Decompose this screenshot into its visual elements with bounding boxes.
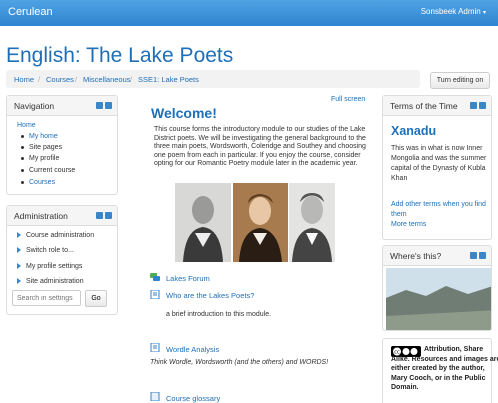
collapse-icon[interactable] bbox=[470, 102, 477, 109]
bullet-icon bbox=[21, 134, 24, 138]
breadcrumb-home[interactable]: Home bbox=[14, 75, 34, 84]
nav-label: My home bbox=[29, 133, 58, 140]
nav-label: My profile bbox=[29, 155, 60, 162]
page-icon bbox=[150, 290, 160, 299]
bullet-icon bbox=[21, 168, 24, 172]
activity-link-lakes-forum[interactable]: Lakes Forum bbox=[166, 274, 210, 283]
portrait-southey-image bbox=[233, 183, 288, 262]
glossary-definition: This was in what is now Inner Mongolia a… bbox=[391, 145, 487, 182]
caret-right-icon bbox=[17, 278, 21, 285]
caret-right-icon bbox=[17, 247, 21, 254]
nav-item-current-course[interactable]: Current course bbox=[21, 167, 75, 174]
admin-label: My profile settings bbox=[26, 263, 83, 270]
course-intro-text: This course forms the introductory modul… bbox=[154, 126, 366, 168]
top-navbar: Cerulean Sonsbeek Admin ▾ bbox=[0, 0, 498, 26]
block-title: Navigation bbox=[14, 101, 55, 111]
more-terms-link[interactable]: More terms bbox=[391, 220, 498, 230]
admin-item-switch-role[interactable]: Switch role to... bbox=[17, 247, 74, 254]
collapse-icon[interactable] bbox=[96, 102, 103, 109]
license-block: cc Attribution, Share Alike. Resources a… bbox=[382, 338, 498, 403]
caret-right-icon bbox=[17, 263, 21, 270]
breadcrumb-courses[interactable]: Courses bbox=[46, 75, 74, 84]
collapse-icon[interactable] bbox=[470, 252, 477, 259]
glossary-term: Xanadu bbox=[391, 124, 437, 138]
nav-label: Courses bbox=[29, 179, 56, 186]
breadcrumb-separator: / bbox=[130, 75, 133, 84]
breadcrumb-separator: / bbox=[38, 75, 41, 84]
bullet-icon bbox=[21, 156, 24, 160]
block-header: Terms of the Time bbox=[383, 96, 491, 116]
nav-label: Site pages bbox=[29, 144, 63, 151]
dock-icon[interactable] bbox=[105, 212, 112, 219]
nav-item-site-pages[interactable]: Site pages bbox=[21, 144, 62, 151]
admin-item-profile-settings[interactable]: My profile settings bbox=[17, 263, 82, 270]
chevron-down-icon: ▾ bbox=[482, 10, 486, 16]
turn-editing-on-button[interactable]: Turn editing on bbox=[430, 72, 490, 89]
bullet-icon bbox=[21, 180, 24, 184]
breadcrumb-separator: / bbox=[75, 75, 78, 84]
terms-of-the-time-block: Terms of the Time Xanadu This was in wha… bbox=[382, 95, 492, 240]
navigation-block: Navigation Home My home Site pages My pr… bbox=[6, 95, 118, 195]
glossary-icon bbox=[150, 392, 160, 401]
site-brand[interactable]: Cerulean bbox=[8, 6, 53, 18]
bullet-icon bbox=[21, 145, 24, 149]
location-photo-image bbox=[386, 268, 491, 330]
dock-icon[interactable] bbox=[479, 102, 486, 109]
license-text: Attribution, Share Alike. Resources and … bbox=[391, 346, 498, 391]
activity-link-who-are-lakes-poets[interactable]: Who are the Lakes Poets? bbox=[166, 291, 254, 300]
user-menu[interactable]: Sonsbeek Admin ▾ bbox=[421, 7, 486, 16]
caret-right-icon bbox=[17, 232, 21, 239]
block-header: Navigation bbox=[7, 96, 117, 116]
nav-label: Current course bbox=[29, 167, 76, 174]
page-title: English: The Lake Poets bbox=[6, 44, 234, 67]
activity-description: a brief introduction to this module. bbox=[166, 311, 272, 318]
dock-icon[interactable] bbox=[105, 102, 112, 109]
collapse-icon[interactable] bbox=[96, 212, 103, 219]
block-title: Where's this? bbox=[390, 251, 442, 261]
activity-link-wordle-analysis[interactable]: Wordle Analysis bbox=[166, 345, 219, 354]
welcome-heading: Welcome! bbox=[151, 105, 217, 121]
admin-label: Site administration bbox=[26, 278, 84, 285]
nav-item-courses[interactable]: Courses bbox=[21, 179, 55, 186]
dock-icon[interactable] bbox=[479, 252, 486, 259]
admin-label: Course administration bbox=[26, 232, 95, 239]
settings-search-input[interactable] bbox=[12, 290, 81, 306]
breadcrumb-miscellaneous[interactable]: Miscellaneous bbox=[83, 75, 131, 84]
search-go-button[interactable]: Go bbox=[85, 290, 107, 307]
activity-description: Think Wordle, Wordsworth (and the others… bbox=[150, 359, 329, 366]
admin-item-site-administration[interactable]: Site administration bbox=[17, 278, 84, 285]
wheres-this-block: Where's this? bbox=[382, 245, 492, 331]
breadcrumb: Home / Courses / Miscellaneous / SSE1: L… bbox=[6, 70, 420, 88]
full-screen-link[interactable]: Full screen bbox=[331, 96, 365, 103]
block-header: Administration bbox=[7, 206, 117, 226]
nav-item-home[interactable]: Home bbox=[17, 122, 36, 129]
forum-icon bbox=[150, 273, 160, 281]
breadcrumb-course[interactable]: SSE1: Lake Poets bbox=[138, 75, 199, 84]
admin-item-course-administration[interactable]: Course administration bbox=[17, 232, 94, 239]
user-name[interactable]: Sonsbeek Admin bbox=[421, 7, 481, 16]
nav-item-my-home[interactable]: My home bbox=[21, 133, 58, 140]
block-title: Terms of the Time bbox=[390, 101, 458, 111]
page-icon bbox=[150, 343, 160, 352]
admin-label: Switch role to... bbox=[26, 247, 74, 254]
portrait-coleridge-image bbox=[289, 183, 335, 262]
block-title: Administration bbox=[14, 211, 68, 221]
block-header: Where's this? bbox=[383, 246, 491, 266]
administration-block: Administration Course administration Swi… bbox=[6, 205, 118, 315]
nav-item-my-profile[interactable]: My profile bbox=[21, 155, 59, 162]
add-terms-link[interactable]: Add other terms when you find them bbox=[391, 200, 498, 220]
portrait-wordsworth-image bbox=[175, 183, 231, 262]
